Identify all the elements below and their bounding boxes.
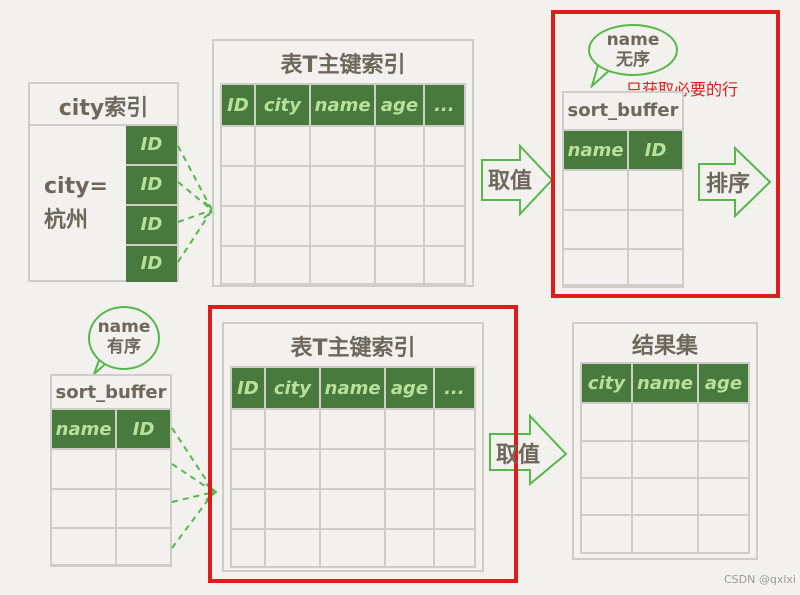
sort-arrow-label: 排序: [706, 172, 751, 197]
primary-index-bottom-panel: 表T主键索引 ID city name age ...: [222, 322, 484, 572]
column-header: name: [561, 129, 630, 171]
table-row: [220, 125, 467, 167]
table-row: [230, 528, 477, 568]
sort-buffer-bottom-table: name ID: [49, 408, 172, 567]
column-header: age: [384, 366, 435, 410]
city-condition-line1: city=: [44, 174, 108, 199]
primary-index-bottom-table: ID city name age ...: [230, 366, 477, 568]
id-cell: ID: [126, 206, 177, 246]
sort-buffer-bottom-panel: sort_buffer name ID: [49, 374, 172, 567]
column-header: ...: [432, 366, 477, 410]
table-row: [580, 402, 751, 442]
speech-bubble-top: name 无序: [588, 24, 678, 76]
table-row: [580, 440, 751, 479]
column-header: age: [696, 362, 751, 404]
sort-buffer-top-panel: sort_buffer name ID: [561, 91, 684, 288]
table-row: [580, 514, 751, 554]
column-header: name: [308, 83, 377, 127]
column-header: city: [580, 362, 633, 404]
table-row: [561, 248, 684, 288]
speech-bubble-bottom: name 有序: [88, 306, 160, 370]
watermark: CSDN @qxlxi: [724, 573, 796, 586]
result-set-title: 结果集: [631, 334, 698, 359]
city-condition-line2: 杭州: [44, 208, 89, 233]
column-header: name: [49, 408, 118, 450]
bubble-line1: name: [606, 30, 660, 50]
column-header: city: [253, 83, 311, 127]
column-header: ...: [422, 83, 467, 127]
dashed-arrow: [177, 209, 213, 263]
column-header: ID: [627, 129, 684, 171]
primary-index-top-panel: 表T主键索引 ID city name age ...: [212, 39, 474, 287]
table-row: [49, 527, 172, 567]
bubble-line2: 无序: [616, 50, 650, 70]
table-row: [220, 245, 467, 285]
column-header: name: [631, 362, 699, 404]
table-row: [580, 477, 751, 516]
table-row: [49, 488, 172, 529]
column-header: name: [318, 366, 387, 410]
dashed-arrow: [177, 181, 213, 211]
table-row: [230, 488, 477, 530]
table-row: [561, 169, 684, 211]
bubble-line2: 有序: [107, 337, 141, 357]
table-row: [220, 165, 467, 207]
city-index-title: city索引: [58, 96, 149, 121]
primary-index-bottom-title: 表T主键索引: [290, 336, 416, 361]
id-cell: ID: [126, 246, 177, 282]
column-header: age: [374, 83, 425, 127]
city-index-id-column: ID ID ID ID: [126, 126, 177, 282]
table-row: [230, 408, 477, 450]
column-header: ID: [115, 408, 172, 450]
city-condition: city= 杭州: [44, 170, 108, 238]
result-set-table: city name age: [580, 362, 751, 554]
id-cell: ID: [126, 166, 177, 206]
column-header: ID: [230, 366, 266, 410]
table-row: [230, 448, 477, 490]
sort-buffer-top-title: sort_buffer: [567, 100, 679, 121]
fetch-arrow-bottom-label: 取值: [496, 443, 541, 468]
dashed-arrow: [177, 145, 213, 211]
fetch-arrow-top-label: 取值: [488, 169, 533, 194]
primary-index-top-table: ID city name age ...: [220, 83, 467, 285]
table-row: [49, 448, 172, 490]
result-set-panel: 结果集 city name age: [572, 322, 758, 560]
column-header: city: [263, 366, 321, 410]
city-index-panel: city索引 city= 杭州 ID ID ID ID: [28, 82, 179, 282]
bubble-line1: name: [97, 317, 151, 337]
table-row: [220, 205, 467, 247]
sort-buffer-top-table: name ID: [561, 129, 684, 288]
primary-index-top-title: 表T主键索引: [280, 53, 406, 78]
column-header: ID: [220, 83, 256, 127]
table-row: [561, 209, 684, 250]
id-cell: ID: [126, 126, 177, 166]
sort-buffer-bottom-title: sort_buffer: [55, 382, 167, 403]
